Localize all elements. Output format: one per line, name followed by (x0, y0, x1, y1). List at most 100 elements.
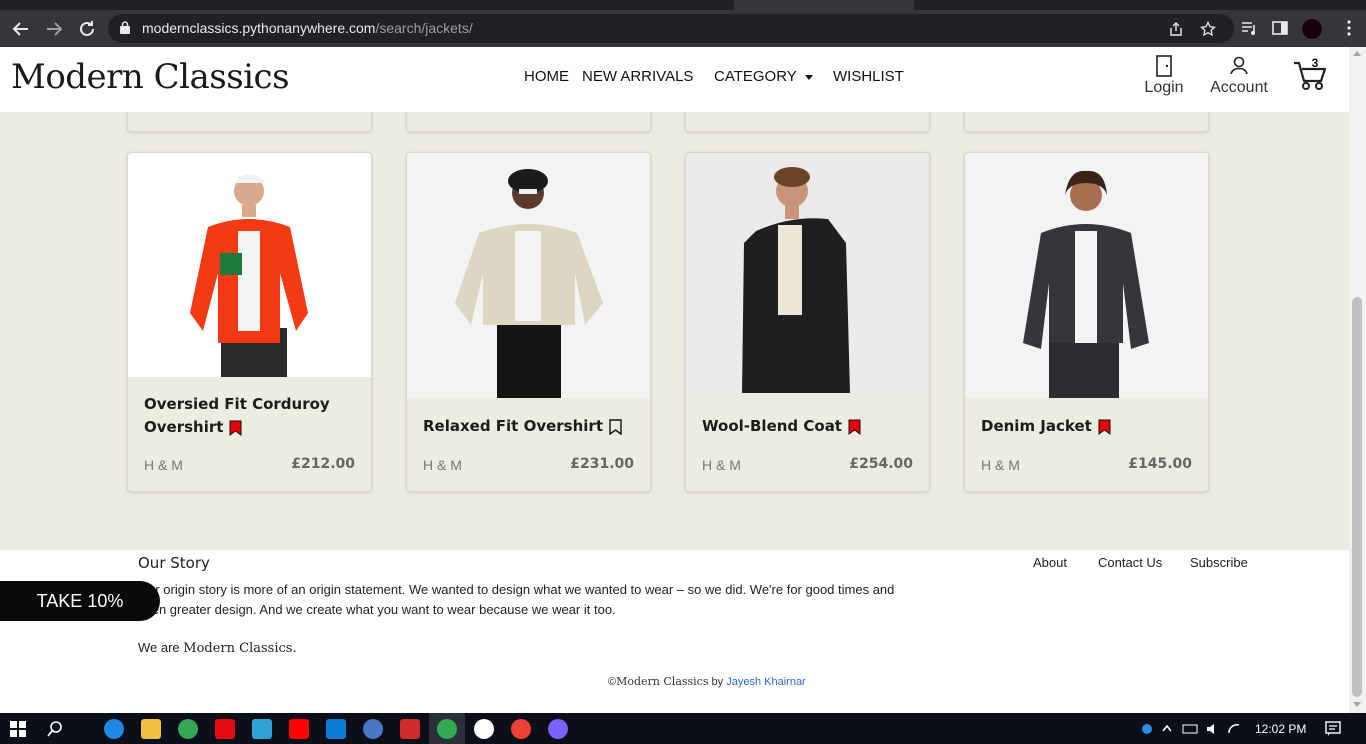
tagline-prefix: We are (138, 640, 184, 655)
author-link[interactable]: Jayesh Khairnar (726, 676, 806, 688)
share-icon[interactable] (1168, 21, 1184, 37)
copyright-brand: Modern Classics (616, 675, 709, 688)
cart-count-badge: 3 (1311, 56, 1319, 70)
footer-link-subscribe[interactable]: Subscribe (1190, 555, 1248, 570)
product-card[interactable]: Oversied Fit Corduroy Overshirt H & M £21… (127, 152, 372, 492)
tray-icons (1142, 724, 1240, 734)
windows-start-icon[interactable] (10, 721, 26, 737)
netflix-icon[interactable] (215, 719, 235, 739)
qbittorrent-icon[interactable] (363, 719, 383, 739)
chrome-icon[interactable] (178, 719, 198, 739)
product-card[interactable]: Wool-Blend Coat H & M £254.00 (685, 152, 930, 492)
url-path: /search/jackets/ (375, 20, 473, 36)
copyright: ©Modern Classics by Jayesh Khairnar (608, 675, 806, 688)
star-icon[interactable] (1200, 21, 1216, 37)
edge-icon[interactable] (104, 719, 124, 739)
account-button[interactable]: Account (1209, 55, 1269, 97)
scroll-up-icon[interactable] (1353, 51, 1361, 56)
nav-new-arrivals[interactable]: NEW ARRIVALS (582, 68, 693, 85)
nav-category-label: CATEGORY (714, 68, 797, 85)
notification-icon[interactable] (1325, 721, 1341, 737)
model-checkered-overshirt-image (455, 169, 603, 398)
product-name[interactable]: Wool-Blend Coat (702, 415, 861, 438)
site-header: Modern Classics HOME NEW ARRIVALS CATEGO… (0, 47, 1349, 112)
product-image[interactable] (128, 153, 371, 377)
youtube-icon[interactable] (289, 719, 309, 739)
paint-icon[interactable] (548, 719, 568, 739)
product-name[interactable]: Relaxed Fit Overshirt (423, 415, 622, 438)
nav-wishlist[interactable]: WISHLIST (833, 68, 904, 85)
settings-gear-icon[interactable] (474, 719, 494, 739)
product-name-line1: Wool-Blend Coat (702, 417, 842, 435)
reload-button[interactable] (75, 17, 99, 41)
system-tray-icons[interactable] (1141, 721, 1241, 740)
product-card[interactable]: Denim Jacket H & M £145.00 (964, 152, 1209, 492)
nav-category-dropdown[interactable]: CATEGORY (714, 68, 813, 85)
product-price: £254.00 (849, 456, 913, 472)
take-discount-button[interactable]: TAKE 10% (0, 581, 160, 621)
search-icon[interactable] (46, 720, 64, 738)
product-name-line1: Relaxed Fit Overshirt (423, 417, 603, 435)
story-title: Our Story (138, 554, 210, 572)
address-bar[interactable]: modernclassics.pythonanywhere.com/search… (108, 14, 1234, 43)
more-menu-icon[interactable] (1340, 19, 1358, 37)
site-footer: Our Story Our origin story is more of an… (0, 550, 1349, 713)
tagline-brand: Modern Classics. (183, 641, 297, 656)
url-host: modernclassics.pythonanywhere.com (142, 20, 376, 36)
url-text: modernclassics.pythonanywhere.com/search… (142, 20, 473, 36)
calculator-icon[interactable] (252, 719, 272, 739)
product-image[interactable] (686, 153, 929, 398)
tab-strip (0, 0, 1366, 10)
site-logo[interactable]: Modern Classics (11, 57, 290, 97)
arrow-right-icon (47, 22, 63, 36)
chrome-active-icon[interactable] (437, 719, 457, 739)
back-button[interactable] (9, 17, 33, 41)
model-denim-jacket-image (1023, 170, 1149, 398)
active-tab[interactable] (734, 0, 914, 10)
account-label: Account (1210, 79, 1268, 96)
product-name-line1: Denim Jacket (981, 417, 1092, 435)
file-explorer-icon[interactable] (141, 719, 161, 739)
scrollbar-thumb[interactable] (1352, 297, 1362, 697)
bookmark-outline-icon[interactable] (609, 418, 622, 435)
media-queue-icon[interactable] (1240, 19, 1258, 37)
product-name-line1: Oversied Fit Corduroy (144, 395, 330, 413)
door-icon (1156, 55, 1172, 77)
arrow-left-icon (12, 22, 28, 36)
bookmark-filled-icon[interactable] (1098, 419, 1111, 435)
product-card[interactable]: Relaxed Fit Overshirt H & M £231.00 (406, 152, 651, 492)
bookmark-filled-icon[interactable] (229, 420, 242, 436)
reload-icon (80, 21, 94, 36)
chrome-profile-icon[interactable] (511, 719, 531, 739)
footer-link-about[interactable]: About (1033, 555, 1067, 570)
tagline: We are Modern Classics. (138, 640, 297, 656)
copyright-symbol: © (608, 676, 617, 688)
vscode-icon[interactable] (326, 719, 346, 739)
product-price: £212.00 (291, 456, 355, 472)
product-price: £145.00 (1128, 456, 1192, 472)
scroll-down-icon[interactable] (1353, 702, 1361, 707)
user-icon (1230, 56, 1248, 75)
page-viewport: Modern Classics HOME NEW ARRIVALS CATEGO… (0, 47, 1349, 713)
story-text: Our origin story is more of an origin st… (138, 582, 895, 617)
nav-home[interactable]: HOME (524, 68, 569, 85)
login-label: Login (1144, 79, 1184, 96)
side-panel-icon[interactable] (1271, 19, 1289, 37)
forward-button[interactable] (42, 17, 66, 41)
product-name[interactable]: Oversied Fit Corduroy Overshirt (144, 393, 330, 439)
product-brand: H & M (423, 457, 462, 473)
profile-avatar[interactable] (1301, 18, 1323, 40)
browser-toolbar: modernclassics.pythonanywhere.com/search… (0, 10, 1366, 47)
login-button[interactable]: Login (1144, 55, 1184, 97)
taskbar-clock[interactable]: 12:02 PM (1255, 722, 1306, 736)
page-scrollbar[interactable] (1349, 47, 1366, 713)
lock-icon (120, 21, 130, 34)
pdf-reader-icon[interactable] (400, 719, 420, 739)
footer-link-contact[interactable]: Contact Us (1098, 555, 1162, 570)
product-image[interactable] (965, 153, 1208, 398)
product-name[interactable]: Denim Jacket (981, 415, 1111, 438)
bookmark-filled-icon[interactable] (848, 419, 861, 435)
model-red-overshirt-image (190, 174, 308, 377)
product-image[interactable] (407, 153, 650, 398)
product-price: £231.00 (570, 456, 634, 472)
